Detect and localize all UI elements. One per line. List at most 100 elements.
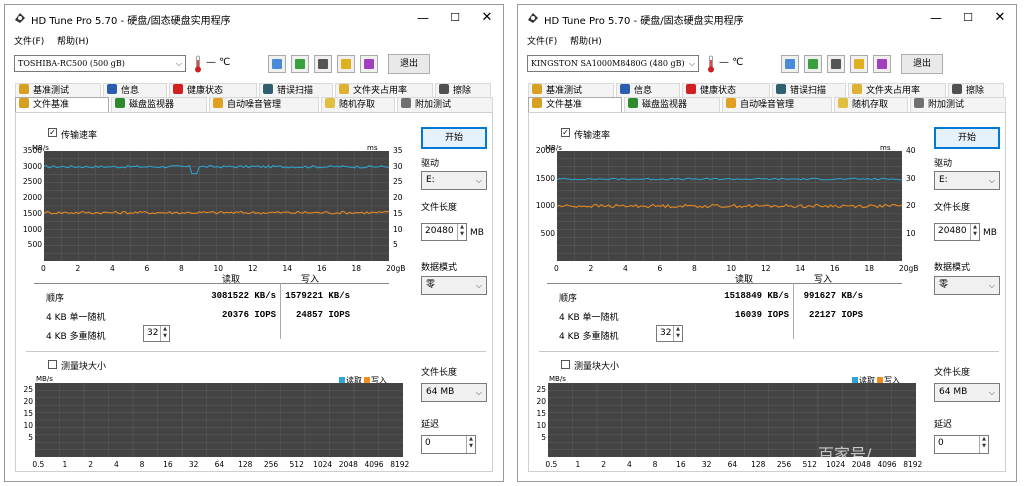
copy-info-icon[interactable] xyxy=(781,55,799,73)
y-right-tick: 15 xyxy=(393,208,403,218)
queue-depth-stepper[interactable]: 32 ▲ ▼ xyxy=(143,325,170,342)
drive-combo[interactable]: E: ⌵ xyxy=(421,171,487,190)
chevron-down-icon: ⌵ xyxy=(475,281,482,290)
screenshot-icon[interactable] xyxy=(827,55,845,73)
tab-row1-1[interactable]: 信息 xyxy=(103,83,167,98)
drive-combo[interactable]: E: ⌵ xyxy=(934,171,1000,190)
transfer-rate-checkbox[interactable]: ✓ xyxy=(48,128,57,137)
save-icon[interactable] xyxy=(873,55,891,73)
tab-row1-0[interactable]: 基准测试 xyxy=(528,83,614,98)
file-length2-combo[interactable]: 64 MB ⌵ xyxy=(421,383,487,402)
file-length-stepper[interactable]: 20480 ▲ ▼ xyxy=(421,223,467,241)
tab-row2-1[interactable]: 磁盘监视器 xyxy=(111,97,207,112)
tab-row2-2[interactable]: 自动噪音管理 xyxy=(209,97,319,112)
chart2-x-tick: 1 xyxy=(62,460,68,469)
chart2-x-tick: 16 xyxy=(676,460,686,469)
start-button[interactable]: 开始 xyxy=(934,127,1000,149)
copy-info-icon[interactable] xyxy=(268,55,286,73)
tab-row1-5[interactable]: 擦除 xyxy=(948,83,1004,98)
stepper-arrows-icon[interactable]: ▲ ▼ xyxy=(160,326,169,341)
menu-help[interactable]: 帮助(H) xyxy=(570,34,602,47)
stepper-arrows-icon[interactable]: ▲ ▼ xyxy=(673,326,682,341)
delay-stepper[interactable]: 0 ▲ ▼ xyxy=(934,435,989,454)
chart2-y-tick: 15 xyxy=(23,409,33,418)
tab-row1-1[interactable]: 信息 xyxy=(616,83,680,98)
tab-row2-0[interactable]: 文件基准 xyxy=(15,97,109,112)
delay-stepper[interactable]: 0 ▲ ▼ xyxy=(421,435,476,454)
minimize-icon[interactable]: — xyxy=(922,10,950,26)
tab-icon xyxy=(19,98,29,108)
data-mode-label: 数据模式 xyxy=(421,263,458,273)
queue-depth-value: 32 xyxy=(660,328,672,338)
stepper-arrows-icon[interactable]: ▲ ▼ xyxy=(466,436,475,453)
tab-icon xyxy=(263,84,273,94)
tab-row1-4[interactable]: 文件夹占用率 xyxy=(848,83,946,98)
stepper-arrows-icon[interactable]: ▲ ▼ xyxy=(970,224,979,240)
drive-select[interactable]: TOSHIBA-RC500 (500 gB) ⌵ xyxy=(14,55,186,72)
tab-row1-4[interactable]: 文件夹占用率 xyxy=(335,83,433,98)
row-sequential-label: 顺序 xyxy=(559,294,578,304)
y-right-tick: 25 xyxy=(393,177,403,187)
maximize-icon[interactable]: ☐ xyxy=(954,10,982,26)
chart2-x-tick: 1024 xyxy=(313,460,333,469)
tab-row1-2[interactable]: 健康状态 xyxy=(682,83,770,98)
y-right-tick: 40 xyxy=(906,146,916,155)
tab-row1-3[interactable]: 错误扫描 xyxy=(259,83,333,98)
menu-file[interactable]: 文件(F) xyxy=(527,34,557,47)
tab-row2-2[interactable]: 自动噪音管理 xyxy=(722,97,832,112)
tab-row2-0[interactable]: 文件基准 xyxy=(528,97,622,112)
block-size-checkbox[interactable] xyxy=(561,360,570,369)
y-left-tick: 500 xyxy=(27,240,42,250)
tab-row2-1[interactable]: 磁盘监视器 xyxy=(624,97,720,112)
file-length-stepper[interactable]: 20480 ▲ ▼ xyxy=(934,223,980,241)
tab-row1-0[interactable]: 基准测试 xyxy=(15,83,101,98)
menu-help[interactable]: 帮助(H) xyxy=(57,34,89,47)
tab-row2-4[interactable]: 附加测试 xyxy=(910,97,1006,112)
stepper-arrows-icon[interactable]: ▲ ▼ xyxy=(457,224,466,240)
minimize-icon[interactable]: — xyxy=(409,10,437,26)
block-size-checkbox[interactable] xyxy=(48,360,57,369)
tab-row2-4[interactable]: 附加测试 xyxy=(397,97,493,112)
tab-row1-2[interactable]: 健康状态 xyxy=(169,83,257,98)
data-mode-combo[interactable]: 零 ⌵ xyxy=(421,276,487,295)
x-tick: 18 xyxy=(864,264,875,273)
tab-row2-3[interactable]: 随机存取 xyxy=(321,97,395,112)
tab-icon xyxy=(107,84,117,94)
exit-button[interactable]: 退出 xyxy=(388,54,430,74)
results-divider xyxy=(34,283,389,284)
exit-button[interactable]: 退出 xyxy=(901,54,943,74)
tab-row1-5[interactable]: 擦除 xyxy=(435,83,491,98)
tab-row1-3[interactable]: 错误扫描 xyxy=(772,83,846,98)
delay-value: 0 xyxy=(425,438,431,448)
file-length2-combo[interactable]: 64 MB ⌵ xyxy=(934,383,1000,402)
x-tick: 20gB xyxy=(386,264,406,273)
tab-icon xyxy=(952,84,962,94)
drive-select[interactable]: KINGSTON SA1000M8480G (480 gB) ⌵ xyxy=(527,55,699,72)
tab-icon xyxy=(852,84,862,94)
close-icon[interactable]: ✕ xyxy=(986,10,1014,26)
transfer-rate-checkbox[interactable]: ✓ xyxy=(561,128,570,137)
options-icon[interactable] xyxy=(337,55,355,73)
queue-depth-stepper[interactable]: 32 ▲ ▼ xyxy=(656,325,683,342)
save-icon[interactable] xyxy=(360,55,378,73)
y-left-tick: 3000 xyxy=(22,161,42,171)
tab-icon xyxy=(532,84,542,94)
close-icon[interactable]: ✕ xyxy=(473,10,501,26)
menu-bar: 文件(F) 帮助(H) xyxy=(5,32,503,48)
maximize-icon[interactable]: ☐ xyxy=(441,10,469,26)
stepper-arrows-icon[interactable]: ▲ ▼ xyxy=(979,436,988,453)
tab-row2-3[interactable]: 随机存取 xyxy=(834,97,908,112)
tab-label: 磁盘监视器 xyxy=(129,100,175,110)
copy-all-icon[interactable] xyxy=(291,55,309,73)
data-mode-combo[interactable]: 零 ⌵ xyxy=(934,276,1000,295)
chart2-y-unit: MB/s xyxy=(549,375,566,383)
menu-file[interactable]: 文件(F) xyxy=(14,34,44,47)
delay-label: 延迟 xyxy=(421,420,440,430)
copy-all-icon[interactable] xyxy=(804,55,822,73)
chart2-x-tick: 0.5 xyxy=(545,460,558,469)
start-button[interactable]: 开始 xyxy=(421,127,487,149)
options-icon[interactable] xyxy=(850,55,868,73)
tab-label: 附加测试 xyxy=(415,100,452,110)
screenshot-icon[interactable] xyxy=(314,55,332,73)
hdtune-window-1: HD Tune Pro 5.70 - 硬盘/固态硬盘实用程序 — ☐ ✕ 文件(… xyxy=(517,4,1017,482)
